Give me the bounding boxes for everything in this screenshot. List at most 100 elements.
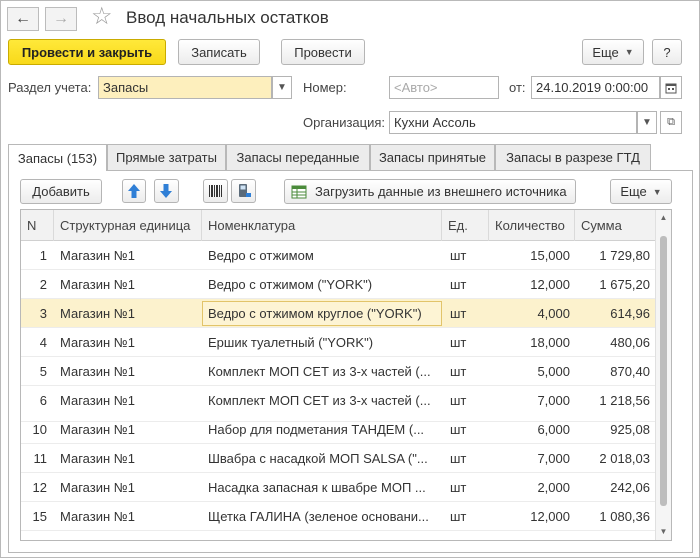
section-dropdown-button[interactable]: ▼ [272,76,292,99]
calendar-button[interactable] [660,76,682,99]
move-down-button[interactable] [154,179,179,203]
cell-uom[interactable]: шт [450,357,486,386]
cell-unit[interactable]: Магазин №1 [60,241,200,270]
cell-uom[interactable]: шт [450,241,486,270]
cell-unit[interactable]: Магазин №1 [60,357,200,386]
cell-item[interactable]: Ершик туалетный ("YORK") [208,328,436,357]
cell-quantity[interactable]: 12,000 [491,502,570,531]
table-row[interactable]: 4 Магазин №1 Ершик туалетный ("YORK") шт 18,… [21,328,657,357]
column-header-item[interactable]: Номенклатура [202,210,442,241]
move-up-button[interactable] [122,179,146,203]
cell-unit[interactable]: Магазин №1 [60,502,200,531]
cell-n[interactable]: 11 [21,444,48,473]
cell-n[interactable]: 15 [21,502,47,531]
cell-quantity[interactable]: 15,000 [491,241,570,270]
cell-quantity[interactable]: 7,000 [491,386,570,415]
cell-unit[interactable]: Магазин №1 [60,386,200,415]
cell-unit[interactable]: Магазин №1 [60,415,200,444]
cell-uom[interactable]: шт [450,386,486,415]
cell-n[interactable]: 2 [21,270,47,299]
organization-dropdown-button[interactable]: ▼ [637,111,657,134]
cell-item[interactable]: Ведро с отжимом [208,241,436,270]
add-row-button[interactable]: Добавить [20,179,102,204]
table-row[interactable]: 1 Магазин №1 Ведро с отжимом шт 15,000 1 729,… [21,241,657,270]
column-header-unit[interactable]: Структурная единица [54,210,202,241]
load-external-data-button[interactable]: Загрузить данные из внешнего источника [284,179,576,204]
cell-quantity[interactable]: 2,000 [491,473,570,502]
cell-sum[interactable]: 480,06 [577,328,650,357]
cell-item[interactable]: Набор для подметания ТАНДЕМ (... [208,415,436,444]
cell-unit[interactable]: Магазин №1 [60,328,200,357]
column-header-quantity[interactable]: Количество [489,210,575,241]
data-collection-terminal-button[interactable] [231,179,256,203]
cell-unit[interactable]: Магазин №1 [60,270,200,299]
table-row[interactable]: 15 Магазин №1 Щетка ГАЛИНА (зеленое основа… [21,502,657,531]
tab-stocks-transferred[interactable]: Запасы переданные [226,144,370,170]
cell-sum[interactable]: 925,08 [577,415,650,444]
cell-sum[interactable]: 1 729,80 [577,241,650,270]
cell-sum[interactable]: 1 218,56 [577,386,650,415]
cell-unit[interactable]: Магазин №1 [60,444,200,473]
cell-uom[interactable]: шт [450,444,486,473]
back-button[interactable]: ← [7,7,39,31]
table-row[interactable]: 5 Магазин №1 Комплект МОП СЕТ из 3-х часте… [21,357,657,386]
cell-n[interactable]: 4 [21,328,47,357]
cell-sum[interactable]: 614,96 [577,299,650,328]
table-row[interactable]: 12 Магазин №1 Насадка запасная к швабре МО… [21,473,657,502]
cell-n[interactable]: 5 [21,357,47,386]
table-row[interactable]: 3 Магазин №1 Ведро с отжимом круглое ("YOR… [21,299,657,328]
cell-n[interactable]: 12 [21,473,47,502]
cell-sum[interactable]: 870,40 [577,357,650,386]
help-button[interactable]: ? [652,39,682,65]
cell-item[interactable]: Ведро с отжимом ("YORK") [208,270,436,299]
cell-unit[interactable]: Магазин №1 [60,473,200,502]
section-field[interactable]: Запасы [98,76,272,99]
scroll-down-icon[interactable]: ▼ [656,524,671,540]
cell-quantity[interactable]: 4,000 [491,299,570,328]
organization-open-button[interactable]: ⧉ [660,111,682,134]
cell-sum[interactable]: 242,06 [577,473,650,502]
cell-uom[interactable]: шт [450,415,486,444]
tab-stocks-by-customs[interactable]: Запасы в разрезе ГТД [495,144,651,170]
table-row[interactable]: 11 Магазин №1 Швабра с насадкой МОП SALSA … [21,444,657,473]
favorite-star-icon[interactable]: ☆ [91,3,113,31]
cell-item[interactable]: Комплект МОП СЕТ из 3-х частей (... [208,357,436,386]
tab-direct-costs[interactable]: Прямые затраты [107,144,226,170]
date-field[interactable]: 24.10.2019 0:00:00 [531,76,660,99]
cell-item[interactable]: Ведро с отжимом круглое ("YORK") [202,301,442,326]
cell-sum[interactable]: 2 018,03 [577,444,650,473]
tab-stocks-received[interactable]: Запасы принятые [370,144,495,170]
cell-n[interactable]: 10 [21,415,47,444]
cell-uom[interactable]: шт [450,328,486,357]
cell-quantity[interactable]: 7,000 [491,444,570,473]
cell-unit[interactable]: Магазин №1 [60,299,200,328]
tab-stocks[interactable]: Запасы (153) [8,144,107,171]
cell-quantity[interactable]: 5,000 [491,357,570,386]
cell-uom[interactable]: шт [450,473,486,502]
more-menu-button[interactable]: Еще ▼ [582,39,644,65]
cell-n[interactable]: 3 [21,299,47,328]
cell-sum[interactable]: 1 675,20 [577,270,650,299]
post-and-close-button[interactable]: Провести и закрыть [8,39,166,65]
barcode-scan-button[interactable] [203,179,228,203]
cell-n[interactable]: 1 [21,241,47,270]
cell-uom[interactable]: шт [450,502,486,531]
stocks-table[interactable]: N Структурная единица Номенклатура Ед. К… [20,209,672,541]
cell-item[interactable]: Комплект МОП СЕТ из 3-х частей (... [208,386,436,415]
save-button[interactable]: Записать [178,39,260,65]
cell-quantity[interactable]: 6,000 [491,415,570,444]
cell-item[interactable]: Швабра с насадкой МОП SALSA ("... [208,444,436,473]
table-row[interactable]: 10 Магазин №1 Набор для подметания ТАНДЕМ … [21,415,657,444]
column-header-uom[interactable]: Ед. [442,210,489,241]
table-row[interactable]: 2 Магазин №1 Ведро с отжимом ("YORK") шт 12,… [21,270,657,299]
cell-uom[interactable]: шт [450,270,486,299]
cell-quantity[interactable]: 18,000 [491,328,570,357]
post-button[interactable]: Провести [281,39,365,65]
column-header-n[interactable]: N [21,210,54,241]
cell-sum[interactable]: 1 080,36 [577,502,650,531]
scroll-thumb[interactable] [660,236,667,506]
cell-item[interactable]: Насадка запасная к швабре МОП ... [208,473,436,502]
column-header-sum[interactable]: Сумма [575,210,657,241]
table-scrollbar[interactable]: ▲ ▼ [655,210,671,540]
number-field[interactable]: <Авто> [389,76,499,99]
